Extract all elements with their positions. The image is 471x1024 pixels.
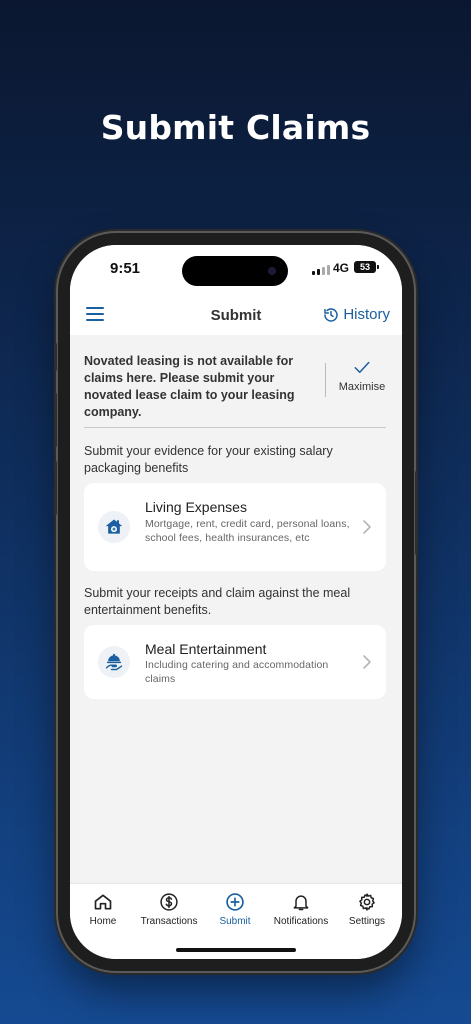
salary-packaging-intro: Submit your evidence for your existing s… — [84, 444, 333, 475]
bell-icon — [293, 895, 309, 911]
volume-down-button — [54, 461, 57, 515]
card-title: Meal Entertainment — [145, 641, 267, 657]
gear-icon — [359, 893, 375, 911]
meal-entertainment-card[interactable]: Meal Entertainment Including catering an… — [84, 625, 386, 699]
tab-label: Submit — [219, 916, 251, 927]
chevron-right-icon — [363, 520, 371, 534]
check-icon — [354, 361, 370, 373]
signal-icon — [312, 265, 330, 275]
house-plus-icon — [98, 511, 130, 543]
living-expenses-card[interactable]: Living Expenses Mortgage, rent, credit c… — [84, 483, 386, 571]
hamburger-menu-icon[interactable] — [86, 307, 104, 321]
app-screen: 9:51 4G 53 Submit History Novated leasin… — [70, 245, 402, 959]
tab-label: Notifications — [273, 916, 329, 927]
tab-notifications[interactable]: Notifications — [268, 892, 334, 927]
tab-label: Settings — [348, 916, 386, 927]
power-button — [415, 471, 418, 555]
phone-frame: 9:51 4G 53 Submit History Novated leasin… — [54, 233, 418, 971]
tab-submit[interactable]: Submit — [202, 892, 268, 927]
dynamic-island — [182, 256, 288, 286]
card-title: Living Expenses — [145, 499, 247, 515]
chevron-right-icon — [363, 655, 371, 669]
battery-icon: 53 — [354, 261, 379, 273]
home-icon — [94, 894, 112, 910]
promo-headline: Submit Claims — [100, 108, 371, 147]
card-description: Mortgage, rent, credit card, personal lo… — [145, 518, 350, 544]
tab-transactions[interactable]: Transactions — [136, 892, 202, 927]
history-icon — [324, 307, 339, 322]
novated-lease-notice: Novated leasing is not available for cla… — [84, 353, 386, 421]
notice-divider — [325, 363, 326, 397]
tab-settings[interactable]: Settings — [334, 892, 400, 927]
tab-label: Home — [89, 916, 117, 927]
history-button[interactable]: History — [323, 306, 390, 323]
battery-level: 53 — [359, 262, 370, 272]
home-indicator — [176, 948, 296, 952]
mute-switch — [54, 343, 57, 371]
status-time: 9:51 — [110, 260, 141, 277]
section-divider — [84, 427, 386, 428]
maximise-label: Maximise — [338, 381, 386, 393]
serving-cloche-icon — [98, 646, 130, 678]
card-description: Including catering and accommodation cla… — [145, 659, 329, 685]
status-bar: 9:51 4G 53 — [70, 245, 402, 295]
history-label: History — [343, 306, 390, 323]
dollar-circle-icon — [160, 893, 178, 911]
tab-home[interactable]: Home — [70, 892, 136, 927]
app-bar: Submit History — [70, 295, 402, 335]
tab-label: Transactions — [140, 916, 198, 927]
network-type: 4G — [333, 261, 350, 275]
plus-circle-icon — [226, 893, 244, 911]
meal-entertainment-intro: Submit your receipts and claim against t… — [84, 586, 351, 617]
notice-text: Novated leasing is not available for cla… — [84, 354, 295, 419]
maximise-button[interactable]: Maximise — [336, 359, 388, 393]
volume-up-button — [54, 393, 57, 447]
